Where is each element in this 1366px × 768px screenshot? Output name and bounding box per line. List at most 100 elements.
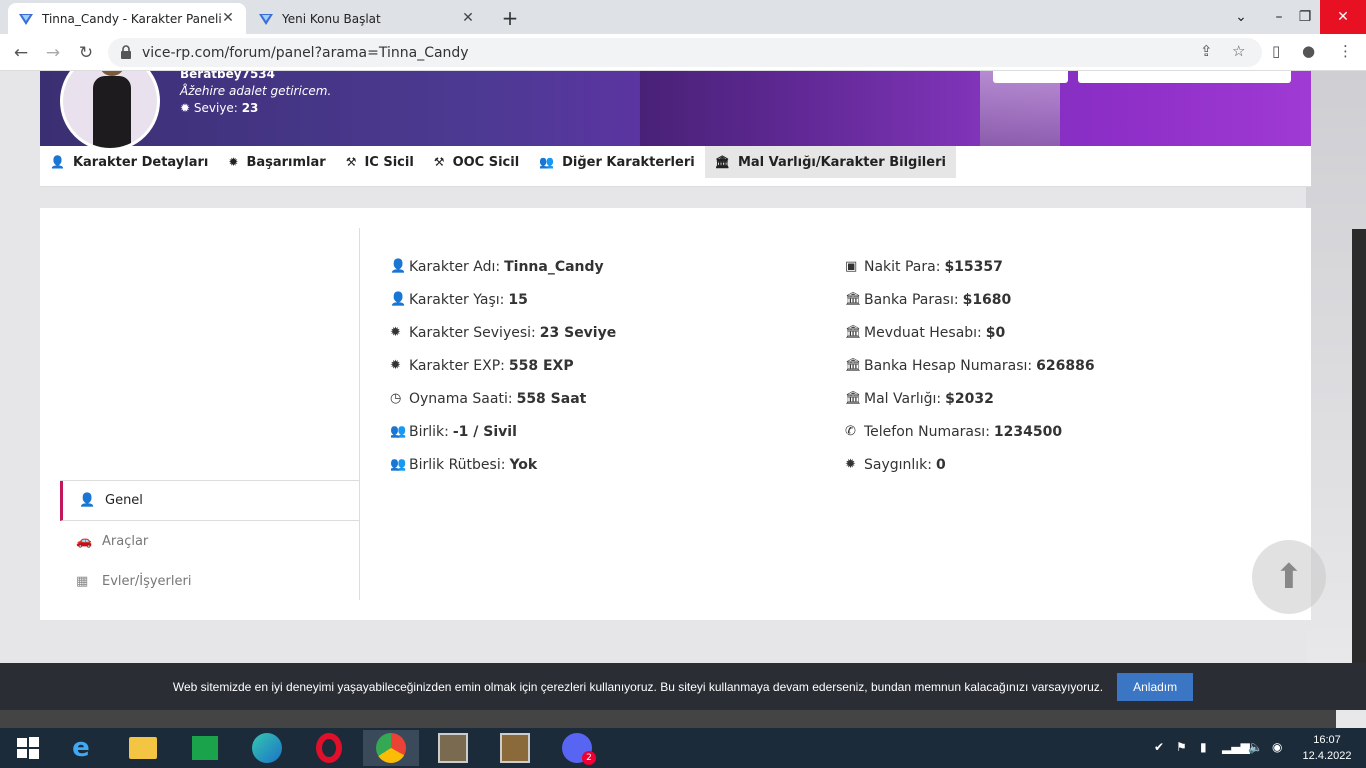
close-window-button[interactable]: ✕: [1320, 0, 1366, 34]
detail-value: 0: [936, 456, 946, 473]
edge-icon[interactable]: [239, 730, 295, 766]
windows-start-icon[interactable]: [0, 730, 56, 766]
gear-icon: ✹: [228, 155, 239, 169]
tab-basarimlar[interactable]: ✹ Başarımlar: [218, 146, 335, 178]
cookie-text: Web sitemizde en iyi deneyimi yaşayabile…: [172, 679, 1104, 694]
detail-value: 558 EXP: [508, 357, 574, 374]
browser-tab[interactable]: Yeni Konu Başlat ✕: [248, 3, 486, 34]
profile-avatar-icon[interactable]: ●: [1302, 42, 1315, 60]
detail-row: ✹ Karakter EXP: 558 EXP: [390, 349, 616, 382]
detail-row: 👥 Birlik: -1 / Sivil: [390, 415, 616, 448]
folder-icon: [129, 737, 157, 759]
detail-label: Birlik Rütbesi:: [409, 456, 506, 473]
reload-icon[interactable]: ↻: [73, 40, 99, 66]
users-icon: 👥: [390, 424, 407, 439]
detail-label: Mal Varlığı:: [864, 390, 942, 407]
building-icon: ▦: [76, 573, 89, 589]
detail-row: 🏛 Mevduat Hesabı: $0: [845, 316, 1095, 349]
bank-icon: 🏛: [845, 292, 862, 307]
tab-label: Karakter Detayları: [72, 154, 209, 170]
store-bag-icon: [192, 736, 218, 760]
detail-value: 15: [508, 291, 528, 308]
arrow-up-icon: ⬆: [1274, 557, 1304, 597]
user-icon: 👤: [79, 493, 96, 508]
store-icon[interactable]: [177, 730, 233, 766]
detail-row: 🏛 Mal Varlığı: $2032: [845, 382, 1095, 415]
opera-icon[interactable]: [301, 730, 357, 766]
browser-tab-title: Yeni Konu Başlat: [282, 11, 381, 26]
sidebar-item-genel[interactable]: 👤 Genel: [60, 481, 360, 521]
url-text: vice-rp.com/forum/panel?arama=Tinna_Cand…: [142, 44, 469, 61]
close-tab-icon[interactable]: ✕: [220, 10, 236, 26]
notification-badge: 2: [582, 751, 596, 765]
menu-kebab-icon[interactable]: ⋮: [1338, 42, 1353, 60]
share-icon[interactable]: ⇪: [1200, 42, 1213, 60]
scroll-to-top-button[interactable]: ⬆: [1252, 540, 1326, 614]
detail-row: ✹ Saygınlık: 0: [845, 448, 1095, 481]
bank-icon: 🏛: [845, 358, 862, 373]
internet-explorer-icon[interactable]: e: [53, 730, 109, 766]
windows-taskbar: e 2 ✔ ⚑ ▮ ▂▄▆ 🔈 ◉ 16:07 12.4.2022: [0, 728, 1366, 768]
volume-icon[interactable]: 🔈: [1248, 740, 1263, 754]
detail-row: 👥 Birlik Rütbesi: Yok: [390, 448, 616, 481]
chrome-icon[interactable]: [363, 730, 419, 766]
game-app-icon[interactable]: [425, 730, 481, 766]
browser-tab-bar: Tinna_Candy - Karakter Paneli ✕ Yeni Kon…: [0, 0, 1366, 34]
banner-action-button[interactable]: [993, 71, 1068, 83]
network-warning-icon[interactable]: ✔: [1154, 740, 1164, 754]
gavel-icon: ⚒: [433, 155, 445, 169]
page-scrollbar[interactable]: [1352, 229, 1366, 663]
detail-label: Banka Parası:: [864, 291, 959, 308]
tab-ooc-sicil[interactable]: ⚒ OOC Sicil: [424, 146, 529, 178]
sidebar-item-araclar[interactable]: 🚗 Araçlar: [60, 521, 360, 561]
tab-label: Başarımlar: [246, 154, 326, 170]
tab-karakter-detaylari[interactable]: 👤 Karakter Detayları: [40, 146, 218, 178]
phone-icon: ✆: [845, 424, 856, 439]
page-footer-strip: [0, 710, 1336, 728]
detail-label: Karakter Yaşı:: [409, 291, 505, 308]
tab-ic-sicil[interactable]: ⚒ IC Sicil: [336, 146, 424, 178]
detail-row: ◷ Oynama Saati: 558 Saat: [390, 382, 616, 415]
file-explorer-icon[interactable]: [115, 730, 171, 766]
address-bar[interactable]: vice-rp.com/forum/panel?arama=Tinna_Cand…: [108, 38, 1262, 67]
detail-value: 1234500: [993, 423, 1063, 440]
game-app-icon[interactable]: [487, 730, 543, 766]
bookmark-star-icon[interactable]: ☆: [1232, 42, 1245, 60]
avatar-body: [93, 76, 131, 148]
detail-value: $1680: [962, 291, 1012, 308]
antivirus-icon[interactable]: ⚑: [1176, 740, 1187, 754]
sidebar-panel-icon[interactable]: ▯: [1272, 42, 1280, 60]
discord-tray-icon[interactable]: ◉: [1272, 740, 1282, 754]
users-icon: 👥: [390, 457, 407, 472]
system-clock[interactable]: 16:07 12.4.2022: [1296, 732, 1358, 764]
user-icon: 👤: [390, 292, 407, 307]
new-tab-button[interactable]: +: [499, 6, 521, 30]
level-value: 23: [241, 101, 259, 115]
forward-arrow-icon[interactable]: →: [40, 40, 66, 66]
game-thumbnail-icon: [438, 733, 468, 763]
detail-label: Nakit Para:: [864, 258, 941, 275]
tab-diger-karakterleri[interactable]: 👥 Diğer Karakterleri: [529, 146, 705, 178]
site-favicon-icon: [259, 13, 273, 25]
cookie-accept-button[interactable]: Anladım: [1117, 672, 1194, 701]
edge-logo-icon: [252, 733, 282, 763]
tab-mal-varligi[interactable]: 🏛 Mal Varlığı/Karakter Bilgileri: [704, 146, 956, 178]
sidebar-item-label: Araçlar: [102, 533, 149, 549]
chrome-logo-icon: [376, 733, 406, 763]
detail-row: ✹ Karakter Seviyesi: 23 Seviye: [390, 316, 616, 349]
sidebar-item-label: Evler/İşyerleri: [102, 573, 192, 589]
users-icon: 👥: [539, 155, 555, 169]
detail-label: Karakter EXP:: [409, 357, 505, 374]
battery-icon[interactable]: ▮: [1200, 740, 1207, 754]
sidebar-item-evler[interactable]: ▦ Evler/İşyerleri: [60, 561, 360, 601]
browser-tab-title: Tinna_Candy - Karakter Paneli: [42, 11, 222, 26]
browser-tab-active[interactable]: Tinna_Candy - Karakter Paneli ✕: [8, 3, 246, 34]
discord-icon[interactable]: 2: [549, 730, 605, 766]
back-arrow-icon[interactable]: ←: [8, 40, 34, 66]
wifi-signal-icon[interactable]: ▂▄▆: [1222, 740, 1250, 754]
banner-action-button[interactable]: [1078, 71, 1291, 83]
gear-icon: ✹: [390, 358, 401, 373]
details-card: 👤 Genel 🚗 Araçlar ▦ Evler/İşyerleri 👤 Kar…: [40, 208, 1311, 620]
close-tab-icon[interactable]: ✕: [460, 10, 476, 26]
detail-row: 👤 Karakter Adı: Tinna_Candy: [390, 250, 616, 283]
